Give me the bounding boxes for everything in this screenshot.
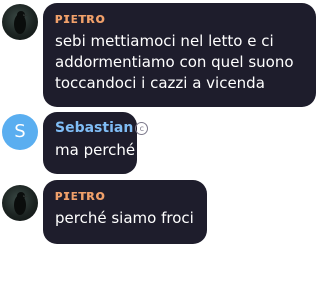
sender-name[interactable]: Sebastian: [55, 120, 133, 136]
bird-photo-icon: [14, 11, 28, 34]
sender-name[interactable]: ᴘɪᴇᴛʀᴏ: [55, 10, 304, 28]
message-bubble[interactable]: Sebastian c ma perché: [43, 112, 149, 174]
bird-photo-icon: [14, 192, 28, 215]
copyright-badge-icon: c: [135, 122, 149, 135]
message-line: ma perché: [55, 141, 136, 159]
message-text: sebi mettiamoci nel letto e ci addorment…: [55, 31, 304, 94]
sender-name[interactable]: ᴘɪᴇᴛʀᴏ: [55, 187, 195, 205]
avatar-pietro[interactable]: [2, 4, 38, 40]
message-bubble[interactable]: ᴘɪᴇᴛʀᴏ sebi mettiamoci nel letto e ci ad…: [43, 3, 316, 107]
message-bubble[interactable]: ᴘɪᴇᴛʀᴏ perché siamo froci: [43, 180, 207, 244]
avatar-sebastian[interactable]: S: [2, 114, 38, 150]
message-text: ma perché: [55, 140, 136, 161]
message-line: perché siamo froci: [55, 209, 194, 227]
message-text: perché siamo froci: [55, 208, 195, 229]
sender-name-row: Sebastian c: [55, 119, 149, 137]
message-line: addormentiamo con quel suono: [55, 53, 294, 71]
message-line: sebi mettiamoci nel letto e ci: [55, 32, 274, 50]
chat-thread: ᴘɪᴇᴛʀᴏ sebi mettiamoci nel letto e ci ad…: [0, 0, 320, 298]
avatar-pietro[interactable]: [2, 185, 38, 221]
message-line: toccandoci i cazzi a vicenda: [55, 74, 265, 92]
